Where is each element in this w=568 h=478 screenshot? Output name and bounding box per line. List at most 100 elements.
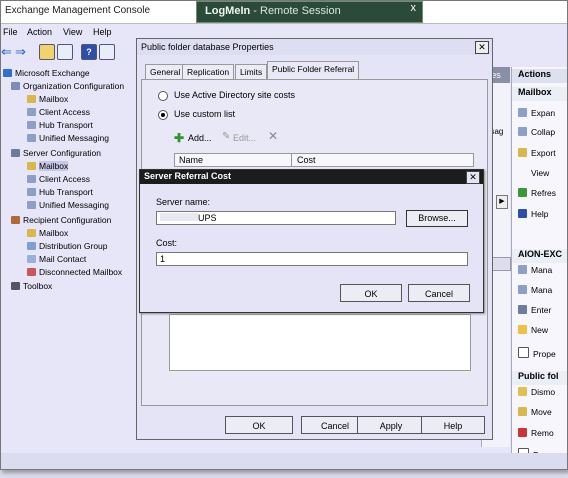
action-manage-2[interactable]: Mana bbox=[518, 285, 552, 295]
close-icon[interactable]: x bbox=[411, 2, 417, 14]
enter-key-icon bbox=[518, 305, 527, 314]
tree-server-client-access[interactable]: Client Access bbox=[27, 174, 90, 184]
help-icon[interactable]: ? bbox=[81, 44, 97, 60]
ok-button[interactable]: OK bbox=[225, 416, 293, 434]
action-new[interactable]: New bbox=[518, 325, 548, 335]
column-cost[interactable]: Cost bbox=[297, 155, 316, 165]
referral-list-header: Name Cost bbox=[174, 153, 474, 167]
unified-messaging-icon bbox=[27, 201, 36, 209]
radio-custom-list[interactable] bbox=[158, 110, 168, 120]
tree-org-config[interactable]: Organization Configuration bbox=[11, 81, 124, 91]
dismount-icon bbox=[518, 387, 527, 396]
add-button[interactable]: Add... bbox=[188, 133, 212, 143]
tree-toolbox[interactable]: Toolbox bbox=[11, 281, 52, 291]
tree-root[interactable]: Microsoft Exchange bbox=[3, 68, 90, 78]
tree-server-unified-messaging[interactable]: Unified Messaging bbox=[27, 200, 109, 210]
action-manage-1[interactable]: Mana bbox=[518, 265, 552, 275]
tree-label: Disconnected Mailbox bbox=[39, 267, 123, 277]
src-cancel-button[interactable]: Cancel bbox=[408, 284, 470, 302]
referral-list-body[interactable] bbox=[169, 314, 471, 371]
action-properties[interactable]: Prope bbox=[518, 347, 556, 359]
action-label: Move bbox=[531, 407, 552, 417]
actions-header: Actions bbox=[512, 69, 567, 83]
hub-transport-icon bbox=[27, 188, 36, 196]
action-label: Dismo bbox=[531, 387, 556, 397]
menu-help[interactable]: Help bbox=[93, 27, 112, 37]
action-label: Prope bbox=[533, 349, 556, 359]
action-enter[interactable]: Enter bbox=[518, 305, 551, 315]
apply-button[interactable]: Apply bbox=[357, 416, 425, 434]
properties-title-bar: Public folder database Properties ✕ bbox=[137, 39, 492, 55]
tab-general[interactable]: General bbox=[145, 64, 186, 79]
tree-label: Mailbox bbox=[39, 228, 69, 238]
server-icon bbox=[11, 149, 20, 157]
browse-button[interactable]: Browse... bbox=[406, 210, 468, 227]
tab-limits[interactable]: Limits bbox=[235, 64, 268, 79]
action-label: Mana bbox=[531, 285, 553, 295]
tree-recipient-distribution-group[interactable]: Distribution Group bbox=[27, 241, 108, 251]
tree-recipient-mail-contact[interactable]: Mail Contact bbox=[27, 254, 86, 264]
new-icon bbox=[518, 325, 527, 334]
tree-org-mailbox[interactable]: Mailbox bbox=[27, 94, 68, 104]
close-icon[interactable]: ✕ bbox=[475, 41, 489, 54]
expand-icon bbox=[518, 108, 527, 117]
action-pane-icon[interactable] bbox=[99, 44, 115, 60]
tree-recipient-config[interactable]: Recipient Configuration bbox=[11, 215, 111, 225]
edit-icon: ✎ bbox=[222, 131, 231, 142]
menu-action[interactable]: Action bbox=[27, 27, 52, 37]
help-icon bbox=[518, 209, 527, 218]
tree-label: Hub Transport bbox=[39, 120, 93, 130]
tree-label: Client Access bbox=[39, 107, 91, 117]
up-folder-icon[interactable] bbox=[39, 44, 55, 60]
action-view[interactable]: View bbox=[531, 168, 549, 178]
menu-view[interactable]: View bbox=[63, 27, 82, 37]
tree-org-unified-messaging[interactable]: Unified Messaging bbox=[27, 133, 109, 143]
close-icon[interactable]: ✕ bbox=[466, 171, 480, 184]
forward-arrow-icon[interactable]: ⇒ bbox=[15, 44, 26, 60]
action-export[interactable]: Export bbox=[518, 148, 556, 158]
action-refresh[interactable]: Refres bbox=[518, 188, 556, 198]
tree-recipient-mailbox[interactable]: Mailbox bbox=[27, 228, 68, 238]
action-collapse[interactable]: Collap bbox=[518, 127, 555, 137]
scroll-right-icon[interactable]: ▶ bbox=[496, 195, 508, 209]
show-hide-tree-icon[interactable] bbox=[57, 44, 73, 60]
tree-server-config[interactable]: Server Configuration bbox=[11, 148, 101, 158]
server-name-label: Server name: bbox=[156, 197, 211, 207]
remote-session-bar[interactable]: LogMeIn - Remote Session x bbox=[196, 1, 423, 23]
tree-server-mailbox[interactable]: Mailbox bbox=[27, 161, 69, 171]
tree-label: Distribution Group bbox=[39, 241, 108, 251]
navigation-tree: Microsoft Exchange Organization Configur… bbox=[1, 65, 135, 305]
tree-label: Recipient Configuration bbox=[23, 215, 112, 225]
actions-pane: Actions Mailbox Expan Collap Export View… bbox=[511, 67, 567, 469]
client-access-icon bbox=[27, 175, 36, 183]
add-icon[interactable]: ✚ bbox=[174, 131, 184, 145]
action-move[interactable]: Move bbox=[518, 407, 552, 417]
tree-org-client-access[interactable]: Client Access bbox=[27, 107, 90, 117]
menu-file[interactable]: File bbox=[3, 27, 18, 37]
column-name[interactable]: Name bbox=[179, 155, 203, 165]
back-arrow-icon[interactable]: ⇐ bbox=[1, 44, 12, 60]
tree-label: Mailbox bbox=[39, 94, 69, 104]
action-label: Export bbox=[531, 148, 556, 158]
tab-replication[interactable]: Replication bbox=[182, 64, 235, 79]
action-help[interactable]: Help bbox=[518, 209, 548, 219]
remote-subtitle: - Remote Session bbox=[253, 5, 341, 17]
src-title-bar: Server Referral Cost ✕ bbox=[140, 170, 483, 184]
help-button[interactable]: Help bbox=[421, 416, 485, 434]
recipient-icon bbox=[11, 216, 20, 224]
tree-recipient-disconnected-mailbox[interactable]: Disconnected Mailbox bbox=[27, 267, 122, 277]
tree-label: Microsoft Exchange bbox=[15, 68, 90, 78]
tab-public-folder-referral[interactable]: Public Folder Referral bbox=[267, 61, 360, 79]
src-ok-button[interactable]: OK bbox=[340, 284, 402, 302]
radio-ad-site-costs[interactable] bbox=[158, 91, 168, 101]
toolbar: ⇐ ⇒ ? bbox=[1, 41, 137, 61]
tree-label: Organization Configuration bbox=[23, 81, 125, 91]
tree-org-hub-transport[interactable]: Hub Transport bbox=[27, 120, 93, 130]
action-dismount[interactable]: Dismo bbox=[518, 387, 555, 397]
server-name-field[interactable]: UPS bbox=[156, 211, 396, 225]
cost-field[interactable]: 1 bbox=[156, 252, 468, 266]
unified-messaging-icon bbox=[27, 134, 36, 142]
tree-server-hub-transport[interactable]: Hub Transport bbox=[27, 187, 93, 197]
action-remove[interactable]: Remo bbox=[518, 428, 554, 438]
action-expand[interactable]: Expan bbox=[518, 108, 555, 118]
